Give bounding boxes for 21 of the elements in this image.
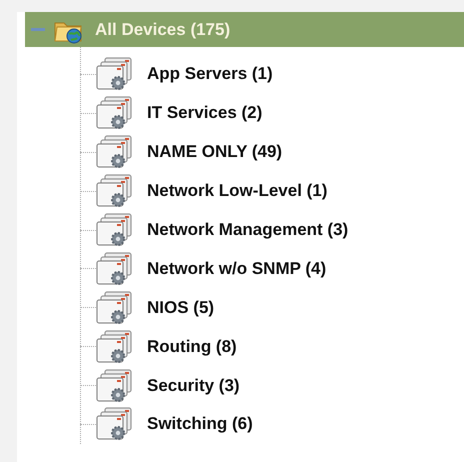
- collapse-toggle-icon[interactable]: [31, 28, 45, 31]
- tree-item[interactable]: App Servers (1): [145, 63, 275, 86]
- tree-item[interactable]: NIOS (5): [145, 296, 216, 319]
- server-group-icon: [96, 174, 132, 208]
- tree-item[interactable]: IT Services (2): [145, 102, 264, 124]
- server-group-icon: [96, 368, 132, 403]
- tree-item[interactable]: Switching (6): [145, 413, 255, 436]
- server-group-icon: [96, 213, 132, 247]
- tree-item[interactable]: Routing (8): [145, 336, 239, 358]
- tree-item[interactable]: Network w/o SNMP (4): [145, 258, 328, 280]
- server-group-icon: [96, 407, 132, 442]
- server-group-icon: [96, 135, 132, 170]
- server-group-icon: [96, 252, 132, 286]
- server-group-icon: [96, 57, 132, 92]
- tree-item[interactable]: Network Low-Level (1): [145, 180, 330, 202]
- server-group-icon: [96, 96, 132, 130]
- server-group-icon: [96, 330, 132, 364]
- server-group-icon: [96, 290, 132, 325]
- tree-item[interactable]: Security (3): [145, 374, 242, 397]
- tree-item[interactable]: NAME ONLY (49): [145, 141, 284, 164]
- tree-item[interactable]: Network Management (3): [145, 219, 350, 241]
